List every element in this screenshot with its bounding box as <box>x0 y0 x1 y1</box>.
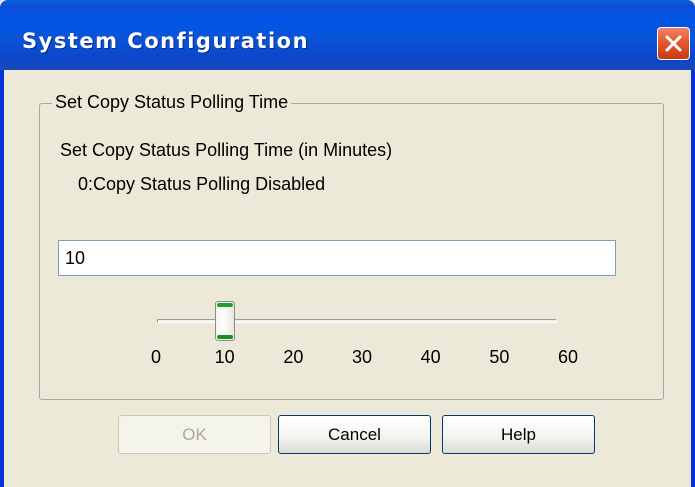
cancel-button[interactable]: Cancel <box>278 415 431 454</box>
slider-tick-label: 30 <box>351 347 373 367</box>
window-title: System Configuration <box>22 29 310 53</box>
close-icon <box>665 35 682 52</box>
polling-time-groupbox: Set Copy Status Polling Time Set Copy St… <box>39 92 664 400</box>
polling-time-input[interactable] <box>58 240 616 276</box>
dialog-body: Set Copy Status Polling Time Set Copy St… <box>4 70 691 487</box>
groupbox-legend: Set Copy Status Polling Time <box>52 92 292 113</box>
slider-tick-label: 20 <box>283 347 304 367</box>
slider-tick-label: 60 <box>557 347 579 367</box>
slider-thumb-grip-top <box>216 303 233 307</box>
slider-tick-label: 0 <box>150 347 162 367</box>
title-bar[interactable]: System Configuration <box>0 0 695 70</box>
polling-time-slider-thumb[interactable] <box>214 301 235 341</box>
slider-thumb-grip-bottom <box>216 335 233 339</box>
close-button[interactable] <box>657 27 690 60</box>
slider-tick-label: 50 <box>489 347 510 367</box>
slider-tick-label: 10 <box>214 347 235 367</box>
help-button[interactable]: Help <box>442 415 595 454</box>
slider-tick-label: 40 <box>420 347 441 367</box>
polling-disabled-hint: 0:Copy Status Polling Disabled <box>78 174 326 194</box>
dialog-window: System Configuration Set Copy Status Pol… <box>0 0 695 487</box>
polling-time-label: Set Copy Status Polling Time (in Minutes… <box>60 140 393 160</box>
ok-button[interactable]: OK <box>118 415 271 454</box>
